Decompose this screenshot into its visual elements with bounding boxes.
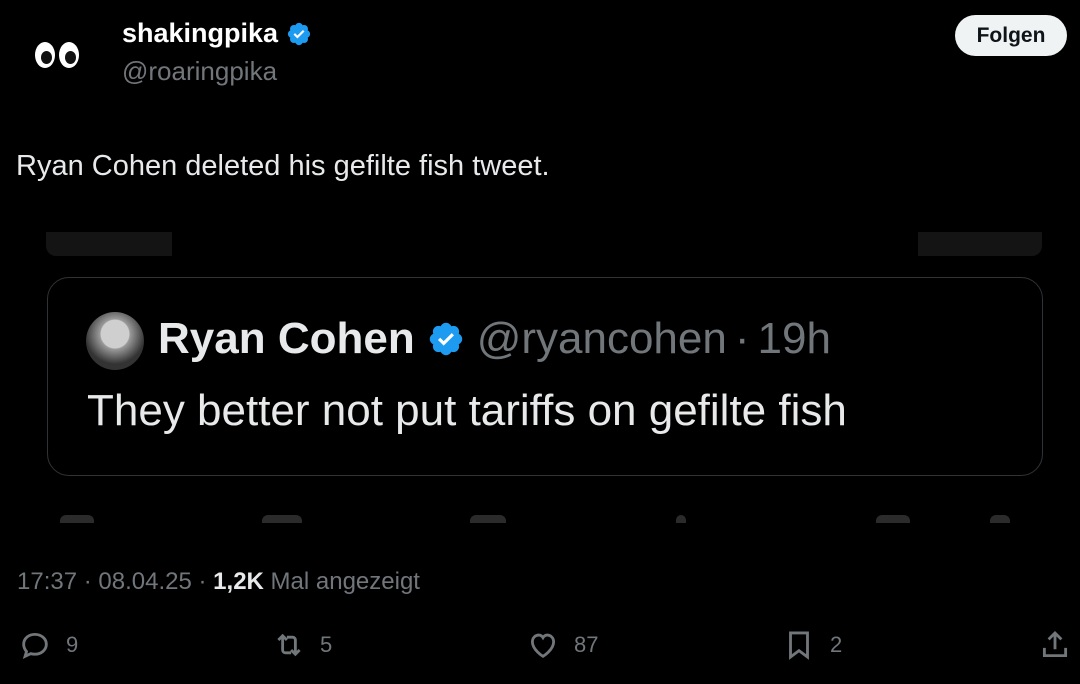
quoted-tweet-card[interactable] [47, 277, 1043, 476]
tweet-meta: 17:37 · 08.04.25 · 1,2K Mal angezeigt [17, 568, 420, 595]
quoted-handle[interactable]: @ryancohen [477, 314, 727, 364]
eyes-emoji-icon [35, 42, 55, 68]
repost-count: 5 [320, 632, 333, 657]
avatar[interactable] [26, 24, 88, 86]
bookmark-icon [789, 631, 809, 660]
repost-button[interactable]: 5 [272, 628, 332, 662]
heart-icon [530, 633, 556, 658]
quoted-timestamp[interactable]: 19h [758, 314, 831, 364]
reply-button[interactable]: 9 [18, 628, 78, 662]
share-icon [1042, 630, 1068, 658]
tweet-date[interactable]: 08.04.25 [98, 568, 191, 595]
views-label: Mal angezeigt [270, 568, 420, 595]
tweet-text: Ryan Cohen deleted his gefilte fish twee… [16, 150, 550, 182]
cropped-repost-icon [262, 515, 302, 523]
cropped-views-icon [676, 515, 686, 523]
views-count: 1,2K [213, 568, 264, 595]
cropped-card-edge [918, 232, 1042, 256]
like-count: 87 [574, 632, 599, 657]
cropped-reply-icon [60, 515, 94, 523]
quoted-avatar[interactable] [86, 312, 144, 370]
share-button[interactable] [1038, 628, 1072, 662]
follow-button[interactable]: Folgen [955, 15, 1067, 56]
tweet-time[interactable]: 17:37 [17, 568, 77, 595]
quoted-display-name[interactable]: Ryan Cohen [158, 314, 415, 364]
reply-count: 9 [66, 632, 79, 657]
cropped-card-edge [46, 232, 172, 256]
like-button[interactable]: 87 [526, 628, 598, 662]
reply-icon [22, 632, 48, 659]
cropped-bookmark-icon [876, 515, 910, 523]
cropped-share-icon [990, 515, 1010, 523]
bookmark-button[interactable]: 2 [782, 628, 842, 662]
quoted-text: They better not put tariffs on gefilte f… [87, 386, 847, 435]
author-name-row[interactable]: shakingpika [122, 18, 312, 49]
bookmark-count: 2 [830, 632, 843, 657]
quoted-header: Ryan Cohen @ryancohen · 19h [158, 314, 831, 364]
author-display-name[interactable]: shakingpika [122, 18, 278, 49]
verified-badge-icon [287, 22, 311, 45]
cropped-like-icon [470, 515, 506, 523]
verified-badge-icon [429, 322, 462, 356]
separator-dot: · [734, 314, 750, 363]
repost-icon [277, 633, 301, 657]
author-handle[interactable]: @roaringpika [122, 56, 277, 87]
